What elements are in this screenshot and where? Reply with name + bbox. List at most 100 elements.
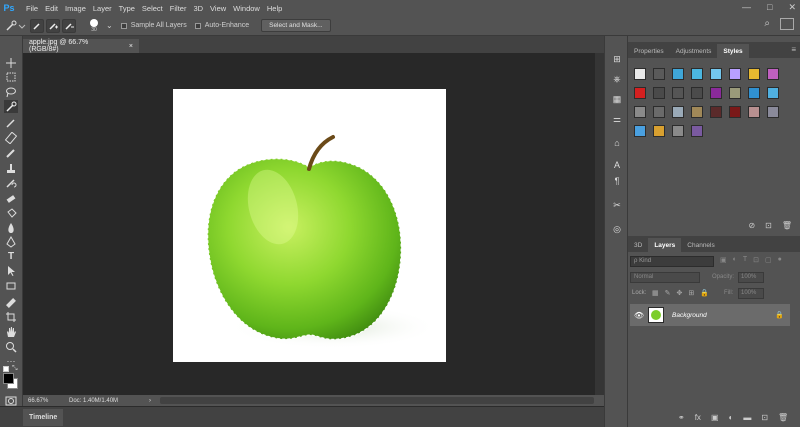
style-swatch[interactable]	[634, 87, 646, 99]
shape-tool[interactable]	[4, 279, 18, 292]
quick-selection-tool[interactable]	[4, 100, 18, 113]
crop-frame-tool[interactable]	[4, 310, 18, 323]
style-swatch[interactable]	[729, 87, 741, 99]
search-icon[interactable]: ⌕	[764, 18, 770, 29]
fill-input[interactable]: 100%	[738, 288, 764, 299]
style-swatch[interactable]	[672, 87, 684, 99]
eyedropper-3d-tool[interactable]	[4, 296, 18, 309]
link-layers-icon[interactable]: ⚭	[678, 413, 685, 422]
tools-icon[interactable]: ✂	[610, 198, 624, 212]
adjustment-layer-icon[interactable]: ◐	[729, 413, 734, 422]
menu-image[interactable]: Image	[65, 4, 86, 13]
zoom-tool[interactable]	[4, 340, 18, 353]
brush-size-picker[interactable]: 30	[82, 18, 106, 33]
canvas-area[interactable]	[23, 53, 604, 395]
new-style-icon[interactable]: ⊡	[765, 221, 772, 230]
style-swatch[interactable]	[767, 87, 779, 99]
tab-channels[interactable]: Channels	[681, 238, 720, 252]
delete-layer-icon[interactable]: 🗑	[778, 413, 788, 422]
tab-properties[interactable]: Properties	[628, 44, 670, 58]
new-selection-button[interactable]	[30, 18, 44, 33]
3d-icon[interactable]: ◎	[610, 222, 624, 236]
foreground-color-swatch[interactable]	[3, 373, 14, 384]
style-swatch[interactable]	[691, 125, 703, 137]
type-filter-icon[interactable]: T	[743, 256, 747, 264]
status-menu-arrow[interactable]: ›	[149, 398, 151, 404]
menu-filter[interactable]: Filter	[170, 4, 187, 13]
clone-stamp-tool[interactable]	[4, 161, 18, 174]
lasso-tool[interactable]	[4, 85, 18, 98]
lock-transparent-icon[interactable]: ▦	[652, 289, 659, 297]
paint-bucket-tool[interactable]	[4, 206, 18, 219]
marquee-tool[interactable]	[4, 70, 18, 83]
adjustment-filter-icon[interactable]: ◐	[733, 256, 737, 264]
crop-tool[interactable]	[4, 116, 18, 129]
add-to-selection-button[interactable]	[46, 18, 60, 33]
menu-view[interactable]: View	[210, 4, 226, 13]
tab-styles[interactable]: Styles	[717, 44, 749, 58]
trash-icon[interactable]: 🗑	[782, 221, 792, 230]
menu-file[interactable]: File	[26, 4, 38, 13]
blend-mode-select[interactable]: Normal	[630, 272, 700, 283]
style-swatch[interactable]	[691, 87, 703, 99]
paragraph-icon[interactable]: ¶	[610, 174, 624, 188]
style-swatch[interactable]	[767, 68, 779, 80]
vertical-scrollbar[interactable]	[595, 53, 604, 395]
menu-layer[interactable]: Layer	[93, 4, 112, 13]
panel-menu-icon[interactable]: ≡	[791, 45, 796, 54]
tab-layers[interactable]: Layers	[648, 238, 682, 252]
minimize-button[interactable]: —	[742, 2, 751, 13]
tool-preset-picker[interactable]	[0, 19, 30, 33]
style-swatch[interactable]	[729, 68, 741, 80]
style-swatch[interactable]	[748, 87, 760, 99]
new-group-icon[interactable]: ▬	[743, 413, 751, 422]
menu-help[interactable]: Help	[267, 4, 282, 13]
close-window-button[interactable]: ✕	[788, 2, 796, 13]
layer-row[interactable]: 👁 Background 🔒	[630, 304, 790, 326]
style-swatch[interactable]	[672, 125, 684, 137]
menu-3d[interactable]: 3D	[193, 4, 203, 13]
auto-enhance-checkbox[interactable]: Auto-Enhance	[194, 19, 249, 33]
style-swatch[interactable]	[710, 68, 722, 80]
swatches-icon[interactable]: ▦	[610, 92, 624, 106]
default-colors-icon[interactable]	[3, 366, 9, 372]
style-swatch[interactable]	[634, 68, 646, 80]
layer-filter-kind[interactable]: ρ Kind	[630, 256, 714, 267]
move-tool[interactable]	[4, 56, 18, 69]
type-tool[interactable]: T	[4, 250, 18, 263]
lock-artboard-icon[interactable]: ⊞	[688, 289, 694, 297]
style-swatch[interactable]	[748, 68, 760, 80]
libraries-icon[interactable]: ⌂	[610, 136, 624, 150]
style-swatch[interactable]	[672, 68, 684, 80]
hand-tool[interactable]	[4, 325, 18, 338]
subtract-from-selection-button[interactable]	[62, 18, 76, 33]
style-swatch[interactable]	[748, 106, 760, 118]
history-brush-tool[interactable]	[4, 176, 18, 189]
healing-tool[interactable]	[4, 131, 18, 144]
history-icon[interactable]: ⊞	[610, 52, 624, 66]
style-swatch[interactable]	[729, 106, 741, 118]
workspace-icon[interactable]	[780, 18, 794, 30]
add-mask-icon[interactable]: ▣	[711, 413, 719, 422]
style-swatch[interactable]	[653, 87, 665, 99]
select-and-mask-button[interactable]: Select and Mask...	[261, 19, 331, 32]
zoom-level[interactable]: 66.67%	[28, 398, 63, 404]
tab-3d[interactable]: 3D	[628, 238, 648, 252]
maximize-button[interactable]: □	[767, 2, 772, 13]
pixel-filter-icon[interactable]: ▣	[720, 256, 727, 264]
fx-icon[interactable]: fx	[695, 413, 701, 422]
document-tab[interactable]: apple.jpg @ 66.7% (RGB/8#) ×	[23, 39, 139, 53]
menu-select[interactable]: Select	[142, 4, 163, 13]
filter-toggle-icon[interactable]: ●	[778, 256, 782, 264]
path-selection-tool[interactable]	[4, 264, 18, 277]
style-swatch[interactable]	[710, 106, 722, 118]
style-swatch[interactable]	[653, 125, 665, 137]
tab-adjustments[interactable]: Adjustments	[670, 44, 718, 58]
layer-name[interactable]: Background	[672, 312, 707, 319]
smart-filter-icon[interactable]: ▢	[765, 256, 772, 264]
menu-edit[interactable]: Edit	[45, 4, 58, 13]
lock-position-icon[interactable]: ✥	[677, 289, 683, 297]
style-swatch[interactable]	[653, 106, 665, 118]
new-layer-icon[interactable]: ⊡	[761, 413, 768, 422]
menu-window[interactable]: Window	[233, 4, 260, 13]
